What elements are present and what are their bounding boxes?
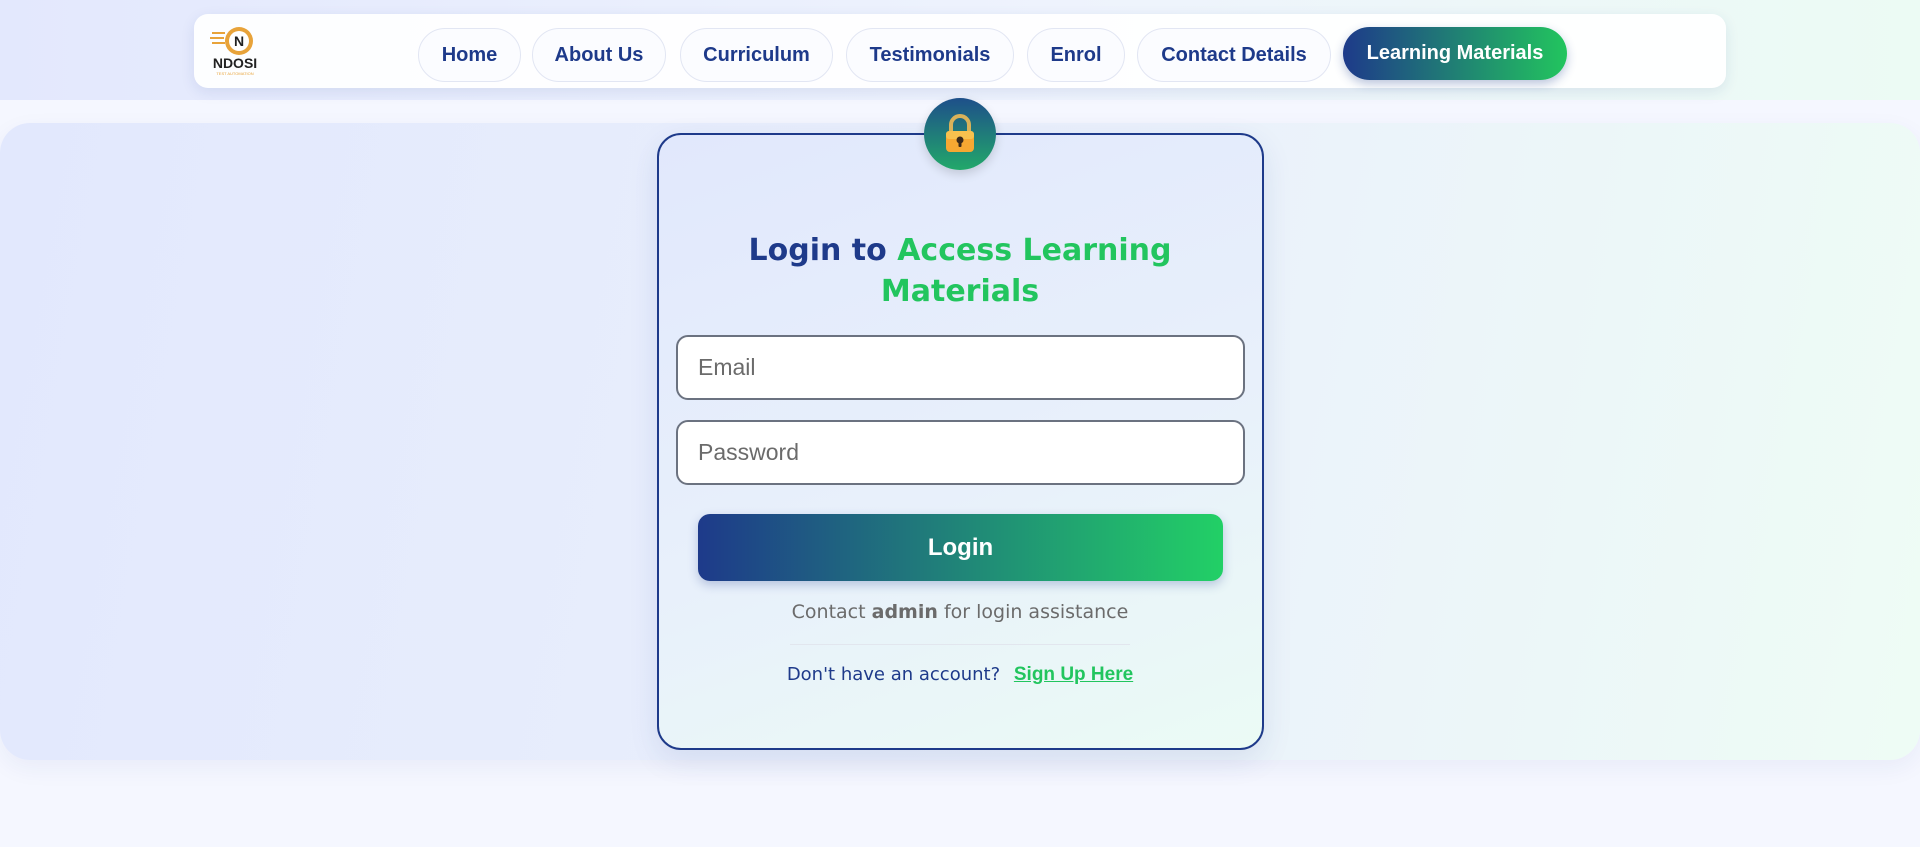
nav-about-us[interactable]: About Us [532,28,666,82]
signup-prompt: Don't have an account? Sign Up Here [786,664,1134,685]
login-title: Login to Access Learning Materials [700,230,1220,312]
sign-up-link[interactable]: Sign Up Here [1014,664,1133,685]
nav-enrol[interactable]: Enrol [1027,28,1125,82]
lock-icon [924,98,996,170]
admin-label: admin [871,601,938,623]
password-field[interactable] [676,420,1245,485]
navbar: N NDOSI TEST AUTOMATION Home About Us Cu… [194,14,1726,88]
nav-learning-materials[interactable]: Learning Materials [1343,27,1567,80]
nav-menu: Home About Us Curriculum Testimonials En… [194,23,1726,82]
nav-contact-details[interactable]: Contact Details [1137,28,1331,82]
email-field[interactable] [676,335,1245,400]
login-assistance-text: Contact admin for login assistance [791,601,1129,623]
divider [790,644,1130,645]
nav-home[interactable]: Home [418,28,521,82]
login-title-prefix: Login to [748,233,887,268]
login-title-highlight: Access Learning Materials [880,233,1172,309]
nav-testimonials[interactable]: Testimonials [846,28,1014,82]
login-button[interactable]: Login [698,514,1223,581]
nav-curriculum[interactable]: Curriculum [680,28,833,82]
